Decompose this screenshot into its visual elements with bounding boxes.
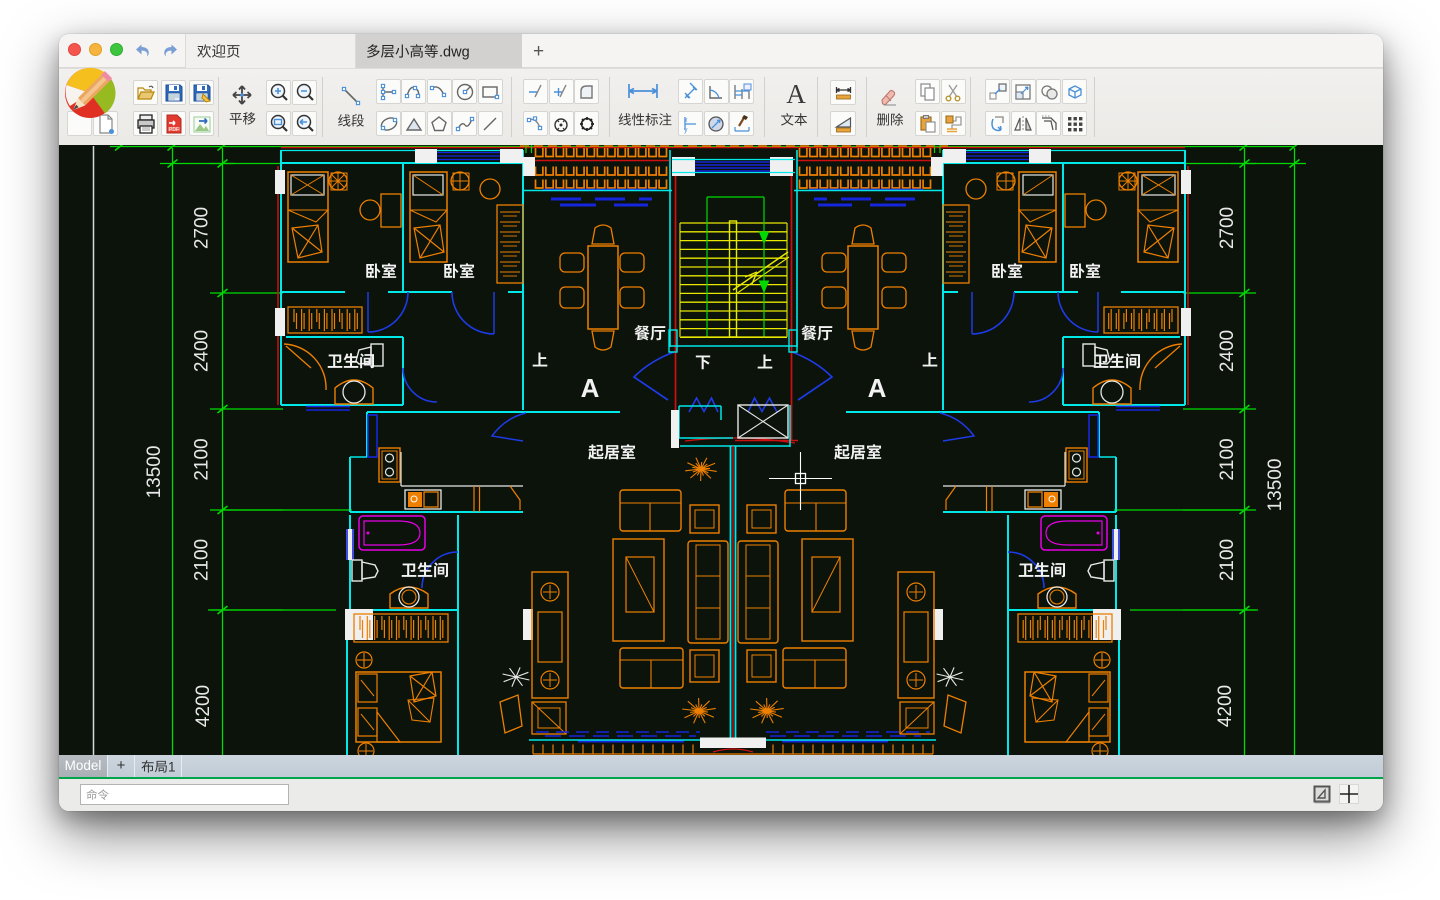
svg-text:2700: 2700 bbox=[1217, 207, 1238, 249]
svg-text:y: y bbox=[684, 127, 688, 134]
svg-text:2100: 2100 bbox=[192, 438, 213, 480]
svg-text:2400: 2400 bbox=[192, 330, 213, 372]
svg-text:4200: 4200 bbox=[193, 685, 214, 727]
svg-text:A: A bbox=[868, 373, 887, 403]
svg-text:4200: 4200 bbox=[1215, 685, 1236, 727]
svg-text:2100: 2100 bbox=[192, 539, 213, 581]
svg-text:13500: 13500 bbox=[1265, 459, 1286, 512]
svg-text:2100: 2100 bbox=[1217, 539, 1238, 581]
svg-text:A: A bbox=[581, 373, 600, 403]
svg-text:13500: 13500 bbox=[144, 446, 165, 499]
svg-text:x: x bbox=[684, 117, 688, 124]
svg-text:2100: 2100 bbox=[1217, 438, 1238, 480]
svg-text:2700: 2700 bbox=[192, 207, 213, 249]
svg-text:2400: 2400 bbox=[1217, 330, 1238, 372]
svg-text:PDF: PDF bbox=[169, 127, 179, 133]
